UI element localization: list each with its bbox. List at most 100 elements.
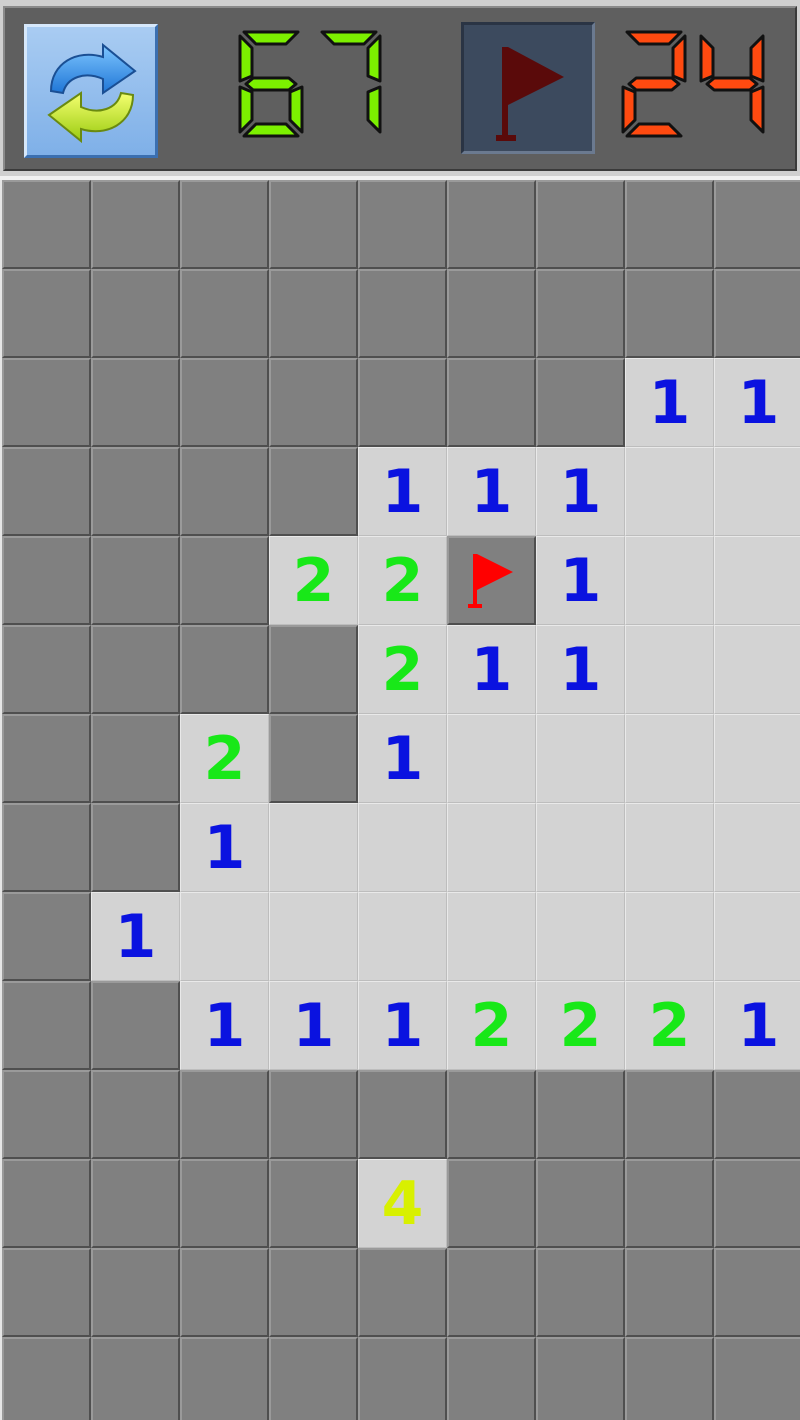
cell-hidden[interactable] [2,536,91,625]
cell-hidden[interactable] [2,1070,91,1159]
cell-hidden[interactable] [269,1248,358,1337]
cell-open-empty[interactable] [625,625,714,714]
cell-hidden[interactable] [358,1248,447,1337]
cell-hidden[interactable] [180,447,269,536]
cell-hidden[interactable] [180,180,269,269]
cell-hidden[interactable] [91,803,180,892]
cell-number[interactable]: 2 [358,625,447,714]
cell-hidden[interactable] [536,1337,625,1420]
cell-hidden[interactable] [714,269,800,358]
cell-hidden[interactable] [358,180,447,269]
cell-hidden[interactable] [714,1337,800,1420]
cell-hidden[interactable] [180,1248,269,1337]
cell-hidden[interactable] [269,1337,358,1420]
cell-number[interactable]: 1 [447,625,536,714]
cell-hidden[interactable] [91,1070,180,1159]
cell-hidden[interactable] [91,1337,180,1420]
cell-hidden[interactable] [180,1159,269,1248]
cell-hidden[interactable] [269,269,358,358]
cell-hidden[interactable] [91,714,180,803]
cell-hidden[interactable] [536,269,625,358]
cell-open-empty[interactable] [536,714,625,803]
cell-number[interactable]: 1 [447,447,536,536]
cell-hidden[interactable] [625,1159,714,1248]
cell-hidden[interactable] [180,625,269,714]
cell-open-empty[interactable] [536,892,625,981]
cell-hidden[interactable] [2,981,91,1070]
cell-open-empty[interactable] [358,803,447,892]
cell-hidden[interactable] [269,447,358,536]
cell-hidden[interactable] [447,358,536,447]
cell-open-empty[interactable] [447,803,536,892]
cell-hidden[interactable] [2,892,91,981]
cell-open-empty[interactable] [714,447,800,536]
cell-open-empty[interactable] [625,536,714,625]
cell-hidden[interactable] [269,1070,358,1159]
cell-flagged[interactable] [447,536,536,625]
cell-number[interactable]: 1 [714,358,800,447]
cell-hidden[interactable] [180,358,269,447]
cell-hidden[interactable] [180,536,269,625]
cell-hidden[interactable] [91,536,180,625]
restart-button[interactable] [24,24,158,158]
cell-number[interactable]: 2 [358,536,447,625]
cell-hidden[interactable] [2,358,91,447]
cell-hidden[interactable] [625,180,714,269]
cell-hidden[interactable] [625,269,714,358]
cell-hidden[interactable] [91,1248,180,1337]
cell-hidden[interactable] [447,180,536,269]
cell-hidden[interactable] [2,714,91,803]
cell-hidden[interactable] [2,269,91,358]
cell-number[interactable]: 1 [714,981,800,1070]
cell-hidden[interactable] [180,269,269,358]
cell-open-empty[interactable] [447,714,536,803]
cell-hidden[interactable] [714,1070,800,1159]
cell-number[interactable]: 1 [625,358,714,447]
cell-hidden[interactable] [447,1337,536,1420]
cell-open-empty[interactable] [358,892,447,981]
cell-open-empty[interactable] [269,803,358,892]
cell-number[interactable]: 2 [180,714,269,803]
cell-hidden[interactable] [714,1248,800,1337]
cell-hidden[interactable] [2,625,91,714]
cell-hidden[interactable] [269,625,358,714]
cell-hidden[interactable] [625,1248,714,1337]
cell-number[interactable]: 1 [180,981,269,1070]
cell-hidden[interactable] [447,1248,536,1337]
cell-hidden[interactable] [2,1248,91,1337]
cell-hidden[interactable] [625,1337,714,1420]
cell-hidden[interactable] [2,1159,91,1248]
cell-number[interactable]: 1 [91,892,180,981]
cell-hidden[interactable] [91,447,180,536]
cell-hidden[interactable] [180,1337,269,1420]
flag-mode-button[interactable] [461,22,595,154]
cell-open-empty[interactable] [625,892,714,981]
cell-hidden[interactable] [2,447,91,536]
cell-open-empty[interactable] [714,803,800,892]
cell-hidden[interactable] [91,981,180,1070]
cell-hidden[interactable] [180,1070,269,1159]
cell-hidden[interactable] [714,1159,800,1248]
cell-number[interactable]: 1 [536,625,625,714]
cell-open-empty[interactable] [447,892,536,981]
cell-open-empty[interactable] [625,714,714,803]
cell-hidden[interactable] [536,1070,625,1159]
cell-number[interactable]: 2 [625,981,714,1070]
cell-open-empty[interactable] [536,803,625,892]
cell-hidden[interactable] [269,714,358,803]
cell-number[interactable]: 1 [269,981,358,1070]
cell-hidden[interactable] [536,180,625,269]
cell-hidden[interactable] [91,625,180,714]
cell-hidden[interactable] [714,180,800,269]
cell-hidden[interactable] [269,1159,358,1248]
cell-hidden[interactable] [447,1159,536,1248]
cell-number[interactable]: 1 [536,447,625,536]
cell-open-empty[interactable] [625,447,714,536]
cell-number[interactable]: 1 [358,981,447,1070]
cell-hidden[interactable] [447,1070,536,1159]
cell-hidden[interactable] [2,180,91,269]
cell-hidden[interactable] [536,1248,625,1337]
cell-hidden[interactable] [536,1159,625,1248]
cell-hidden[interactable] [91,269,180,358]
cell-number[interactable]: 4 [358,1159,447,1248]
